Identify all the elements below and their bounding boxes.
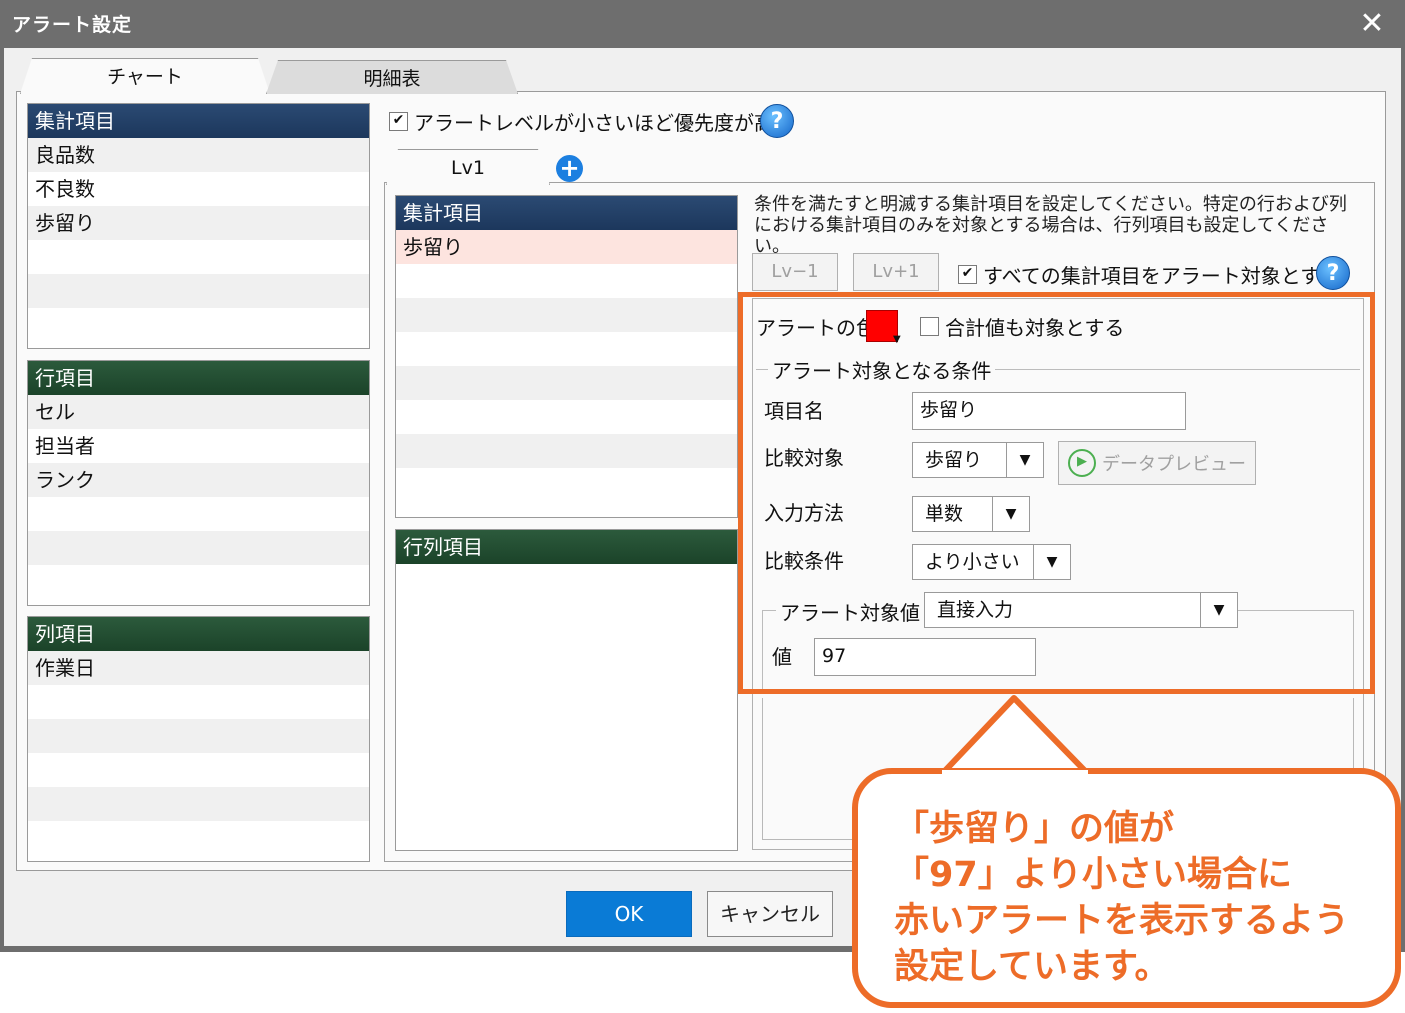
empty-row — [396, 700, 737, 734]
empty-row — [28, 753, 369, 787]
highlight-frame — [738, 292, 1375, 694]
tab-detail-label: 明細表 — [363, 68, 421, 90]
list-item[interactable]: 歩留り — [28, 206, 369, 240]
row-items-header: 行項目 — [28, 361, 369, 395]
all-items-checkbox-label: すべての集計項目をアラート対象とする — [983, 263, 1341, 288]
empty-row — [396, 598, 737, 632]
level-rowcol-rows — [396, 564, 737, 836]
all-items-checkbox[interactable]: ✔ — [958, 264, 977, 284]
list-item[interactable]: 作業日 — [28, 651, 369, 685]
priority-checkbox-label: アラートレベルが小さいほど優先度が高い — [414, 110, 794, 135]
empty-row — [396, 802, 737, 836]
list-item[interactable]: 良品数 — [28, 138, 369, 172]
close-icon[interactable]: ✕ — [1354, 4, 1390, 44]
ok-button[interactable]: OK — [566, 891, 692, 937]
column-items-list: 列項目 作業日 — [27, 616, 370, 862]
priority-checkbox-row[interactable]: ✔ アラートレベルが小さいほど優先度が高い — [389, 106, 794, 136]
list-item[interactable]: セル — [28, 395, 369, 429]
column-items-header: 列項目 — [28, 617, 369, 651]
empty-row — [396, 632, 737, 666]
annotation-text: 「歩留り」の値が 「97」より小さい場合に 赤いアラートを表示するよう 設定して… — [894, 809, 1350, 987]
empty-row — [396, 564, 737, 598]
empty-row — [396, 734, 737, 768]
help-icon[interactable]: ? — [1316, 256, 1350, 290]
empty-row — [28, 274, 369, 308]
level-rowcol-list: 行列項目 — [395, 529, 738, 851]
empty-row — [396, 468, 737, 502]
empty-row — [396, 264, 737, 298]
summary-items-header: 集計項目 — [28, 104, 369, 138]
tab-chart-label: チャート — [107, 66, 183, 88]
row-items-list: 行項目 セル 担当者 ランク — [27, 360, 370, 606]
column-items-rows: 作業日 — [28, 651, 369, 855]
empty-row — [396, 768, 737, 802]
tab-level-1[interactable]: Lv1 — [386, 149, 550, 185]
tab-detail-table[interactable]: 明細表 — [266, 60, 518, 94]
empty-row — [396, 298, 737, 332]
summary-items-rows: 良品数 不良数 歩留り — [28, 138, 369, 342]
empty-row — [28, 685, 369, 719]
level-rowcol-header: 行列項目 — [396, 530, 737, 564]
callout-seam-cover — [942, 770, 1088, 778]
priority-checkbox[interactable]: ✔ — [389, 111, 408, 131]
level-summary-list: 集計項目 歩留り — [395, 195, 738, 518]
empty-row — [28, 787, 369, 821]
list-item[interactable]: 担当者 — [28, 429, 369, 463]
all-items-checkbox-row[interactable]: ✔ すべての集計項目をアラート対象とする — [958, 259, 1340, 289]
empty-row — [396, 366, 737, 400]
empty-row — [396, 434, 737, 468]
dialog-title: アラート設定 — [12, 14, 133, 36]
cancel-button[interactable]: キャンセル — [707, 891, 833, 937]
level-summary-rows: 歩留り — [396, 230, 737, 502]
empty-row — [28, 565, 369, 599]
empty-row — [396, 332, 737, 366]
empty-row — [28, 308, 369, 342]
list-item[interactable]: ランク — [28, 463, 369, 497]
level-plus-button[interactable]: Lv+1 — [853, 253, 939, 291]
list-item-selected[interactable]: 歩留り — [396, 230, 737, 264]
list-item[interactable]: 不良数 — [28, 172, 369, 206]
tab-chart[interactable]: チャート — [20, 58, 270, 94]
help-icon[interactable]: ? — [760, 104, 794, 138]
plus-circle-icon[interactable]: + — [556, 155, 583, 182]
level-minus-button[interactable]: Lv−1 — [752, 253, 838, 291]
tab-level-1-label: Lv1 — [451, 157, 485, 179]
empty-row — [396, 666, 737, 700]
instructions-text: 条件を満たすと明滅する集計項目を設定してください。特定の行および列における集計項… — [754, 194, 1347, 257]
empty-row — [28, 531, 369, 565]
level-summary-header: 集計項目 — [396, 196, 737, 230]
title-bar — [0, 0, 1405, 48]
empty-row — [28, 719, 369, 753]
callout-pointer — [937, 695, 1093, 779]
empty-row — [28, 240, 369, 274]
row-items-rows: セル 担当者 ランク — [28, 395, 369, 599]
empty-row — [396, 400, 737, 434]
empty-row — [28, 821, 369, 855]
summary-items-list: 集計項目 良品数 不良数 歩留り — [27, 103, 370, 349]
empty-row — [28, 497, 369, 531]
